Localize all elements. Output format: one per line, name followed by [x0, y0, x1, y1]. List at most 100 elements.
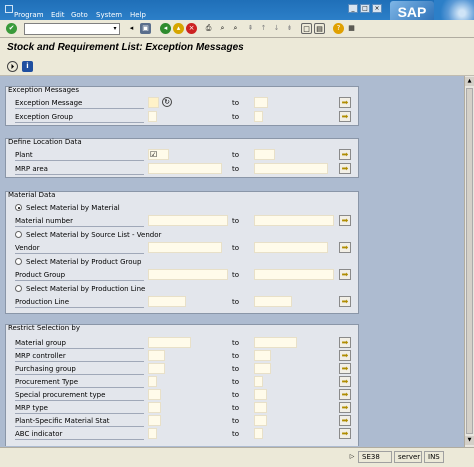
cancel-icon[interactable]: × — [186, 23, 197, 34]
product-group-to-input[interactable] — [254, 269, 334, 280]
previous-page-icon[interactable]: ↑ — [258, 23, 269, 34]
system-menu-icon[interactable] — [5, 5, 13, 13]
save-icon[interactable]: ▣ — [140, 23, 151, 34]
special-procurement-type-from-input[interactable] — [148, 389, 161, 400]
status-mode[interactable]: INS — [424, 451, 444, 463]
multiple-selection-icon[interactable]: ➡ — [339, 428, 351, 439]
plant-specific-material-status-to-input[interactable] — [254, 415, 267, 426]
mrp-type-to-input[interactable] — [254, 402, 267, 413]
radio-row-product-group: Select Material by Product Group — [6, 256, 358, 268]
mrp-type-row: MRP type to ➡ — [6, 402, 358, 414]
mrp-type-from-input[interactable] — [148, 402, 161, 413]
radio-select-by-product-group[interactable] — [15, 258, 22, 265]
multiple-selection-icon[interactable]: ➡ — [339, 415, 351, 426]
scrollbar-thumb[interactable] — [466, 88, 473, 434]
product-group-from-input[interactable] — [148, 269, 228, 280]
plant-from-input[interactable]: ☑ — [148, 149, 169, 160]
multiple-selection-icon[interactable]: ➡ — [339, 350, 351, 361]
info-icon[interactable]: i — [22, 61, 33, 72]
multiple-selection-icon[interactable]: ➡ — [339, 269, 351, 280]
vendor-to-input[interactable] — [254, 242, 328, 253]
last-page-icon[interactable]: ⇟ — [284, 23, 295, 34]
material-group-from-input[interactable] — [148, 337, 191, 348]
close-icon[interactable]: × — [372, 4, 382, 13]
layout-icon[interactable]: ▦ — [346, 23, 357, 34]
menu-program[interactable]: Program — [14, 11, 44, 19]
mrp-controller-from-input[interactable] — [148, 350, 165, 361]
material-number-label: Material number — [15, 217, 73, 225]
possible-entries-icon[interactable]: ↻ — [162, 97, 172, 107]
vertical-scrollbar[interactable]: ▲ ▼ — [464, 76, 474, 447]
radio-select-by-vendor[interactable] — [15, 231, 22, 238]
help-icon[interactable]: ? — [333, 23, 344, 34]
shortcut-icon[interactable]: ▤ — [314, 23, 325, 34]
production-line-from-input[interactable] — [148, 296, 186, 307]
multiple-selection-icon[interactable]: ➡ — [339, 215, 351, 226]
menu-help[interactable]: Help — [130, 11, 146, 19]
material-number-from-input[interactable] — [148, 215, 228, 226]
multiple-selection-icon[interactable]: ➡ — [339, 363, 351, 374]
plant-specific-material-status-from-input[interactable] — [148, 415, 161, 426]
status-expand-icon[interactable]: ▷ — [348, 452, 356, 462]
first-page-icon[interactable]: ⇞ — [245, 23, 256, 34]
scroll-up-icon[interactable]: ▲ — [465, 77, 474, 86]
scroll-down-icon[interactable]: ▼ — [465, 436, 474, 445]
multiple-selection-icon[interactable]: ➡ — [339, 389, 351, 400]
command-field-dropdown-icon[interactable]: ▾ — [110, 23, 120, 35]
command-field[interactable] — [24, 23, 120, 35]
plant-specific-material-status-label: Plant-Specific Material Stat — [15, 417, 110, 425]
maximize-icon[interactable]: □ — [360, 4, 370, 13]
menu-edit[interactable]: Edit — [51, 11, 65, 19]
multiple-selection-icon[interactable]: ➡ — [339, 163, 351, 174]
back-icon[interactable]: ◂ — [160, 23, 171, 34]
exit-icon[interactable]: ▴ — [173, 23, 184, 34]
next-page-icon[interactable]: ↓ — [271, 23, 282, 34]
material-group-to-input[interactable] — [254, 337, 297, 348]
exception-group-to-input[interactable] — [254, 111, 263, 122]
abc-indicator-to-input[interactable] — [254, 428, 263, 439]
vendor-from-input[interactable] — [148, 242, 222, 253]
multiple-selection-icon[interactable]: ➡ — [339, 402, 351, 413]
purchasing-group-to-input[interactable] — [254, 363, 271, 374]
radio-row-production-line: Select Material by Production Line — [6, 283, 358, 295]
radio-select-by-production-line[interactable] — [15, 285, 22, 292]
mrp-controller-to-input[interactable] — [254, 350, 271, 361]
left-arrow-icon[interactable]: ◂ — [126, 23, 137, 34]
procurement-type-from-input[interactable] — [148, 376, 157, 387]
to-label: to — [232, 430, 240, 438]
mrp-area-from-input[interactable] — [148, 163, 222, 174]
material-number-to-input[interactable] — [254, 215, 334, 226]
multiple-selection-icon[interactable]: ➡ — [339, 97, 351, 108]
minimize-icon[interactable]: _ — [348, 4, 358, 13]
multiple-selection-icon[interactable]: ➡ — [339, 296, 351, 307]
exception-message-to-input[interactable] — [254, 97, 268, 108]
menu-goto[interactable]: Goto — [71, 11, 88, 19]
multiple-selection-icon[interactable]: ➡ — [339, 242, 351, 253]
status-transaction: SE38 — [358, 451, 392, 463]
to-label: to — [232, 391, 240, 399]
multiple-selection-icon[interactable]: ➡ — [339, 337, 351, 348]
exception-group-from-input[interactable] — [148, 111, 157, 122]
abc-indicator-from-input[interactable] — [148, 428, 157, 439]
production-line-to-input[interactable] — [254, 296, 292, 307]
mrp-area-to-input[interactable] — [254, 163, 328, 174]
purchasing-group-from-input[interactable] — [148, 363, 165, 374]
exception-group-label: Exception Group — [15, 113, 73, 121]
multiple-selection-icon[interactable]: ➡ — [339, 376, 351, 387]
special-procurement-type-to-input[interactable] — [254, 389, 267, 400]
radio-select-by-material[interactable] — [15, 204, 22, 211]
exception-message-from-input[interactable] — [148, 97, 159, 108]
new-session-icon[interactable]: □ — [301, 23, 312, 34]
procurement-type-to-input[interactable] — [254, 376, 263, 387]
execute-icon[interactable]: ⏵ — [7, 61, 18, 72]
plant-specific-material-status-row: Plant-Specific Material Stat to ➡ — [6, 415, 358, 427]
multiple-selection-icon[interactable]: ➡ — [339, 149, 351, 160]
group-location-data: Define Location Data Plant ☑ to ➡ MRP ar… — [5, 138, 359, 178]
enter-icon[interactable]: ✔ — [6, 23, 17, 34]
menu-system[interactable]: System — [96, 11, 122, 19]
find-next-icon[interactable]: ⌕ — [230, 23, 241, 34]
multiple-selection-icon[interactable]: ➡ — [339, 111, 351, 122]
print-icon[interactable]: ⎙ — [203, 23, 214, 34]
find-icon[interactable]: ⌕ — [217, 23, 228, 34]
plant-to-input[interactable] — [254, 149, 275, 160]
